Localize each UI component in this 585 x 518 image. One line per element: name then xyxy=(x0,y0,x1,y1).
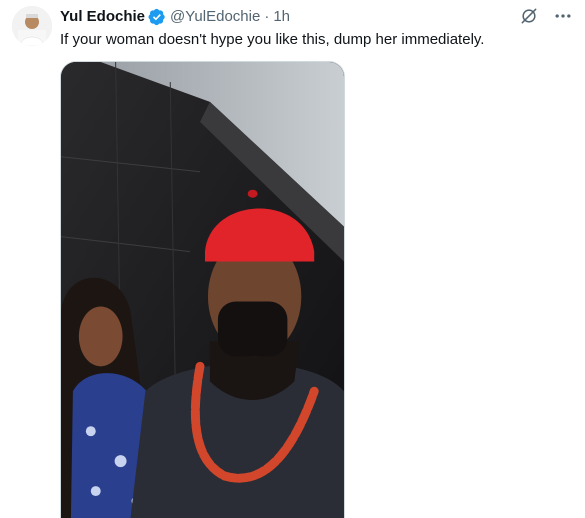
avatar[interactable] xyxy=(12,6,52,46)
timestamp[interactable]: 1h xyxy=(273,7,290,27)
avatar-image xyxy=(12,6,52,46)
header-actions xyxy=(519,6,573,26)
author-handle[interactable]: @YulEdochie xyxy=(170,7,260,27)
tweet-text: If your woman doesn't hype you like this… xyxy=(60,31,485,48)
tweet-media-video[interactable] xyxy=(60,61,345,518)
author-name[interactable]: Yul Edochie xyxy=(60,7,145,27)
tweet-header: Yul Edochie @YulEdochie · 1h xyxy=(60,6,573,28)
verified-badge-icon xyxy=(148,8,166,26)
more-icon[interactable] xyxy=(553,6,573,26)
grok-icon[interactable] xyxy=(519,6,539,26)
separator-dot: · xyxy=(264,8,270,25)
video-thumbnail xyxy=(61,62,344,518)
